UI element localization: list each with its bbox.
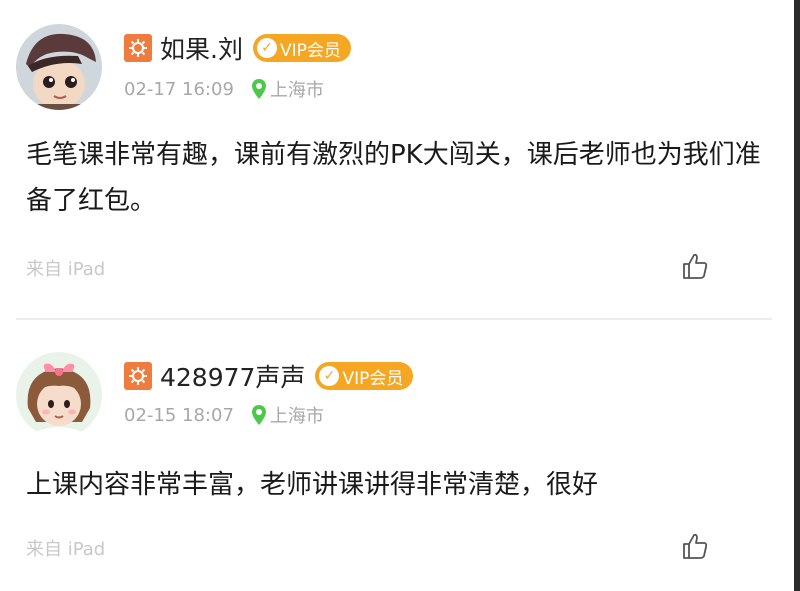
location-pin-icon bbox=[251, 79, 266, 99]
vip-check-icon: ✓ bbox=[256, 38, 277, 58]
level-badge-icon bbox=[124, 362, 152, 390]
comment-meta: 02-17 16:09 上海市 bbox=[124, 76, 324, 102]
vip-check-icon: ✓ bbox=[319, 366, 340, 386]
comment-location: 上海市 bbox=[269, 406, 324, 427]
comment-content: 上课内容非常丰富，老师讲课讲得非常清楚，很好 bbox=[26, 470, 599, 500]
like-button[interactable] bbox=[677, 248, 713, 284]
comment-date: 02-17 16:09 bbox=[124, 78, 234, 100]
cartoon-boy-avatar-icon bbox=[16, 24, 102, 110]
username[interactable]: 428977声声 bbox=[160, 358, 305, 394]
vip-label: VIP会员 bbox=[342, 368, 404, 389]
comment-source: 来自 iPad bbox=[26, 539, 106, 560]
comment-location: 上海市 bbox=[269, 80, 324, 101]
vip-badge[interactable]: ✓ VIP会员 bbox=[315, 362, 414, 390]
vip-badge[interactable]: ✓ VIP会员 bbox=[252, 34, 351, 62]
comment-content: 毛笔课非常有趣，课前有激烈的PK大闯关，课后老师也为我们准备了红包。 bbox=[26, 140, 761, 216]
vip-label: VIP会员 bbox=[279, 40, 341, 61]
location-pin-icon bbox=[251, 405, 266, 425]
window-edge bbox=[794, 0, 800, 591]
comment-meta: 02-15 18:07 上海市 bbox=[124, 402, 324, 428]
username[interactable]: 如果.刘 bbox=[160, 30, 243, 66]
avatar[interactable] bbox=[16, 24, 102, 110]
comment-date: 02-15 18:07 bbox=[124, 404, 234, 426]
thumbs-up-icon bbox=[683, 533, 708, 559]
cartoon-girl-avatar-icon bbox=[16, 352, 102, 438]
like-button[interactable] bbox=[677, 528, 713, 564]
avatar[interactable] bbox=[16, 352, 102, 438]
user-name-row: 428977声声 ✓ VIP会员 bbox=[124, 358, 414, 394]
comments-page: 如果.刘 ✓ VIP会员 02-17 16:09 上海市 毛笔课非常有趣，课前有… bbox=[0, 0, 800, 591]
comment-item: 如果.刘 ✓ VIP会员 02-17 16:09 上海市 毛笔课非常有趣，课前有… bbox=[0, 0, 794, 318]
user-name-row: 如果.刘 ✓ VIP会员 bbox=[124, 32, 351, 64]
level-badge-icon bbox=[124, 34, 152, 62]
thumbs-up-icon bbox=[683, 253, 708, 279]
comment-source: 来自 iPad bbox=[26, 259, 106, 280]
comment-item: 428977声声 ✓ VIP会员 02-15 18:07 上海市 上课内容非常丰… bbox=[0, 320, 794, 591]
